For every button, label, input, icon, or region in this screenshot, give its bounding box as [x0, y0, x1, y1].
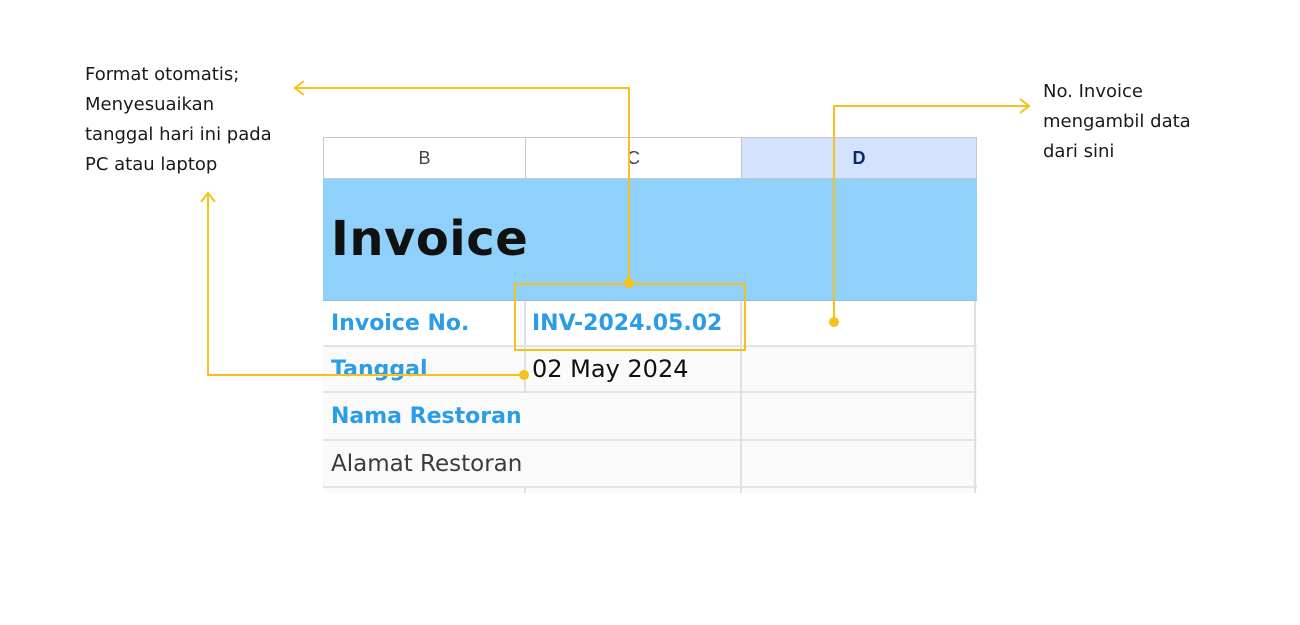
annotation-line: PC atau laptop — [85, 154, 218, 175]
invoice-title: Invoice — [331, 211, 529, 267]
column-header-b[interactable]: B — [323, 137, 526, 179]
annotation-line: tanggal hari ini pada — [85, 124, 272, 145]
cell-d-row3[interactable] — [743, 393, 977, 439]
highlight-box — [514, 283, 746, 351]
cell-d-row1[interactable] — [743, 301, 977, 345]
annotation-line: Format otomatis; — [85, 64, 240, 85]
table-row: Alamat Restoran — [323, 441, 977, 488]
cell-d-row2[interactable] — [743, 347, 977, 391]
annotation-line: No. Invoice — [1043, 81, 1143, 102]
table-row — [323, 488, 977, 493]
annotation-line: dari sini — [1043, 141, 1115, 162]
grid-line — [974, 301, 976, 493]
table-row: Tanggal 02 May 2024 — [323, 347, 977, 393]
cell-alamat-restoran-label[interactable]: Alamat Restoran — [331, 441, 522, 486]
annotation-date-format: Format otomatis; Menyesuaikan tanggal ha… — [85, 60, 272, 180]
annotation-invoice-source: No. Invoice mengambil data dari sini — [1043, 77, 1191, 167]
arrowhead — [293, 80, 305, 96]
cell-nama-restoran-label[interactable]: Nama Restoran — [331, 393, 522, 439]
cell-d-row4[interactable] — [743, 441, 977, 486]
arrowhead — [1019, 98, 1031, 114]
table-row: Nama Restoran — [323, 393, 977, 441]
grid-line — [524, 347, 526, 393]
cell-invoice-no-label[interactable]: Invoice No. — [331, 301, 469, 345]
annotation-line: mengambil data — [1043, 111, 1191, 132]
cell-tanggal-label[interactable]: Tanggal — [331, 347, 428, 391]
arrowhead — [200, 191, 216, 203]
column-header-d-selected[interactable]: D — [741, 137, 977, 179]
column-header-c[interactable]: C — [525, 137, 742, 179]
cell-tanggal-value[interactable]: 02 May 2024 — [532, 347, 689, 391]
grid-line — [524, 488, 526, 493]
annotation-line: Menyesuaikan — [85, 94, 215, 115]
